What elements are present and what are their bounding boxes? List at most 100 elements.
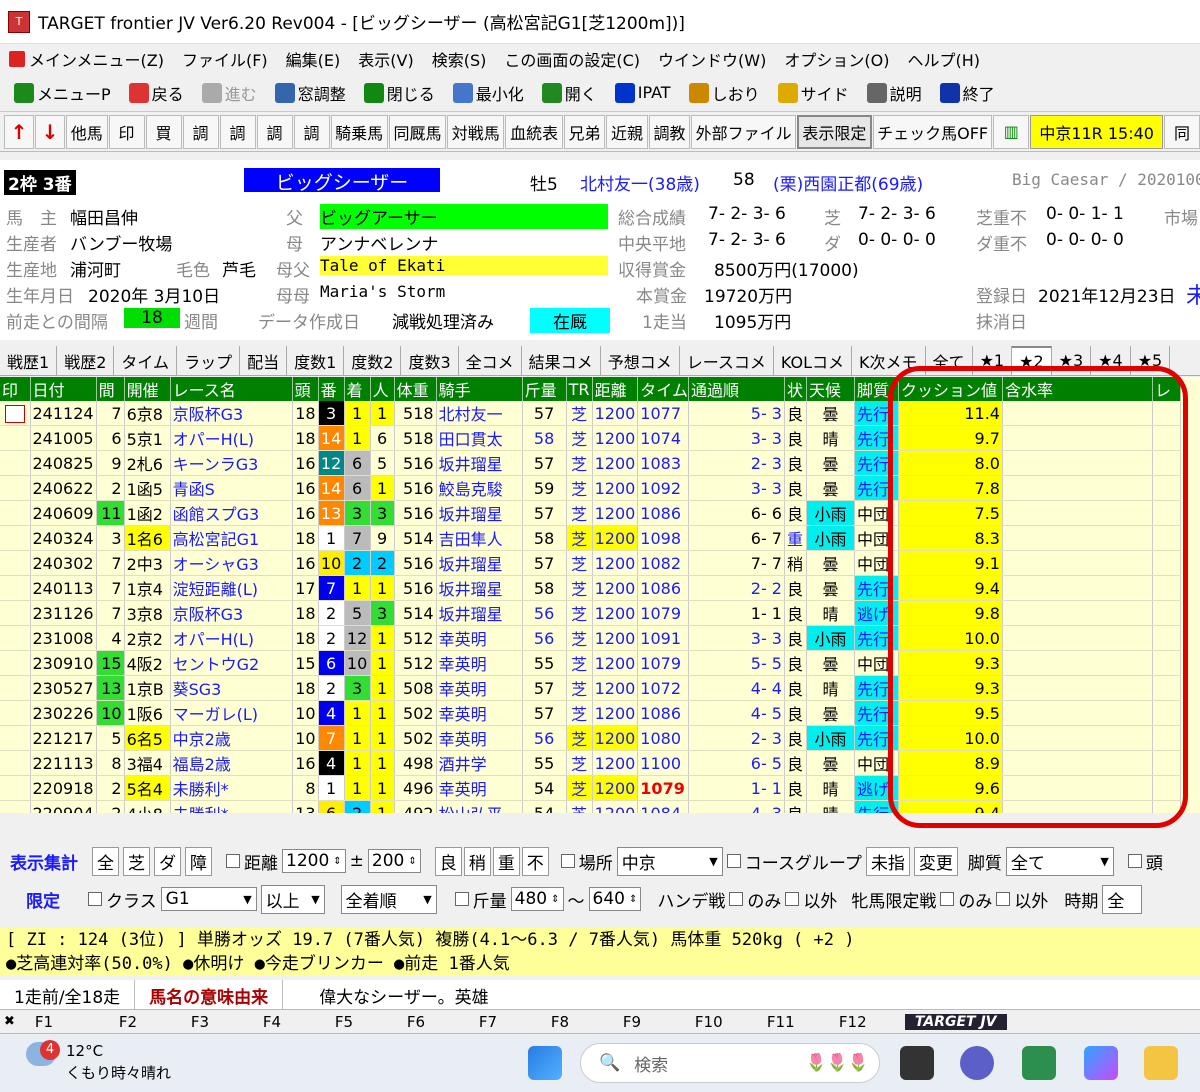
function-key[interactable]: F8 (523, 1013, 595, 1031)
table-row[interactable]: 241124 7 6京8 京阪杯G3 18 3 1 1 518 北村友一 57 芝 1200 1077 5-… (0, 401, 1181, 427)
tab-name-meaning[interactable]: 馬名の意味由来 (135, 980, 284, 1009)
menu-item[interactable]: ウインドウ(W) (649, 47, 775, 71)
handicap-only-checkbox[interactable] (729, 892, 744, 906)
column-header[interactable]: 斤量 (522, 377, 567, 401)
cell-mark[interactable] (0, 525, 31, 552)
function-key[interactable]: F7 (451, 1013, 523, 1031)
table-row[interactable]: 22090424小8未勝利*13621492松山弘平54芝120010844- … (0, 800, 1181, 813)
cell-mark[interactable] (0, 600, 31, 627)
tab-5[interactable]: 配当 (240, 346, 288, 375)
cell-mark[interactable] (0, 575, 31, 602)
table-row[interactable]: 230910 15 4阪2 セントウG2 15 6 10 1 512 幸英明 55 芝 1200 1079… (0, 650, 1181, 677)
teams-icon[interactable] (960, 1046, 994, 1080)
nav-button[interactable]: 同 (1164, 114, 1200, 149)
store-icon[interactable] (1022, 1046, 1056, 1080)
column-header[interactable]: 騎手 (436, 377, 523, 401)
cell-mark[interactable] (0, 650, 31, 677)
tab-20[interactable]: ★5 (1131, 346, 1171, 375)
race-time-badge[interactable]: 中京11R 15:40 (1030, 114, 1163, 149)
toolbar-button[interactable]: メニューP (6, 77, 119, 109)
course-group-checkbox[interactable] (726, 854, 741, 868)
toolbar-button[interactable]: しおり (681, 77, 768, 109)
menu-item[interactable]: ファイル(F) (173, 47, 277, 71)
down-arrow-button[interactable]: ↓ (35, 114, 65, 149)
weather-widget[interactable]: 4 12°C くもり時々晴れ (26, 1040, 171, 1082)
menu-item[interactable]: メインメニュー(Z) (0, 47, 173, 71)
nav-button[interactable]: 調教 (648, 114, 691, 149)
toolbar-button[interactable]: 終了 (932, 77, 1003, 109)
cell-mark[interactable] (0, 700, 31, 727)
tab-14[interactable]: K次メモ (852, 346, 926, 375)
damdam[interactable]: Maria's Storm (320, 282, 445, 301)
table-row[interactable]: 241005 6 5京1 オパーH(L) 18 14 1 6 518 田口貫太 58 芝 1200 107… (0, 425, 1181, 452)
function-key[interactable]: F2 (91, 1013, 163, 1031)
taskbar-search[interactable]: 🔍 検索 🌷🌷🌷 (580, 1043, 880, 1083)
function-key[interactable]: F9 (595, 1013, 667, 1031)
above-select[interactable]: 以上 ▼ (260, 884, 325, 914)
horse-name[interactable]: ビッグシーザー (244, 168, 440, 194)
toolbar-button[interactable]: 閉じる (356, 77, 443, 109)
menu-item[interactable]: 検索(S) (423, 47, 496, 71)
class-select[interactable]: G1 ▼ (160, 887, 257, 911)
column-header[interactable]: 開催 (124, 377, 171, 401)
table-row[interactable]: 220918 2 5名4 未勝利* 8 1 1 1 496 幸英明 54 芝 1200 1079 1- 1良… (0, 775, 1181, 802)
tab-7[interactable]: 度数2 (344, 346, 402, 375)
going-button[interactable]: 重 (492, 846, 520, 876)
tab-15[interactable]: 全て (926, 346, 973, 375)
tab-2[interactable]: 戦歴2 (57, 346, 115, 375)
jockey[interactable]: 北村友一(38歳) (580, 170, 700, 195)
nav-button[interactable]: 調 (182, 114, 219, 149)
column-header[interactable]: 状 (784, 377, 807, 401)
column-header[interactable]: 含水率 (1002, 377, 1153, 401)
cell-mark[interactable] (0, 675, 31, 702)
table-row[interactable]: 240825 9 2札6 キーンラG3 16 12 6 5 516 坂井瑠星 57 芝 1200 1083… (0, 450, 1181, 477)
function-key[interactable]: F12 (811, 1013, 883, 1031)
function-key[interactable]: F1 (19, 1013, 91, 1031)
cell-mark[interactable] (0, 450, 31, 477)
column-header[interactable]: 番 (318, 377, 345, 401)
table-row[interactable]: 230226 10 1阪6 マーガレ(L) 10 4 1 1 502 幸英明 57 芝 1200 1086… (0, 700, 1181, 727)
toolbar-button[interactable]: サイド (770, 77, 857, 109)
close-x-icon[interactable]: ✖ (0, 1014, 19, 1029)
column-header[interactable]: タイム (637, 377, 689, 401)
distance-checkbox[interactable] (226, 854, 240, 868)
cell-mark[interactable] (0, 425, 31, 452)
nav-button[interactable]: チェック馬OFF (872, 114, 993, 149)
nav-button[interactable]: 買 (145, 114, 182, 149)
place-select[interactable]: 中京 ▼ (616, 846, 723, 876)
column-header[interactable]: 天候 (806, 377, 855, 401)
nav-button[interactable]: 兄弟 (563, 114, 606, 149)
order-select[interactable]: 全着順 ▼ (340, 884, 437, 914)
column-header[interactable]: レース名 (170, 377, 293, 401)
filter-dirt-button[interactable]: ダ (154, 846, 181, 876)
column-header[interactable]: TR (566, 377, 593, 401)
tab-13[interactable]: KOLコメ (774, 346, 853, 375)
distance-from-spinner[interactable]: 1200 ⇕ (282, 849, 346, 873)
dam[interactable]: アンナベレンナ (320, 230, 438, 255)
menu-item[interactable]: 表示(V) (349, 47, 422, 71)
copilot-icon[interactable] (1084, 1046, 1118, 1080)
nav-button[interactable]: 調 (256, 114, 293, 149)
cell-mark[interactable] (0, 625, 31, 652)
head-checkbox[interactable] (1127, 854, 1142, 868)
tab-16[interactable]: ★1 (973, 346, 1013, 375)
nav-button[interactable]: 対戦馬 (447, 114, 505, 149)
period-select[interactable]: 全 (1102, 884, 1143, 914)
cell-mark[interactable] (0, 750, 31, 777)
column-header[interactable]: 印 (0, 377, 31, 401)
broodmare-sire[interactable]: Tale of Ekati (320, 256, 608, 275)
table-row[interactable]: 230527 13 1京B 葵SG3 18 2 3 1 508 幸英明 57 芝 1200 1072 4- … (0, 675, 1181, 702)
cell-mark[interactable] (0, 475, 31, 502)
sire[interactable]: ビッグアーサー (320, 204, 608, 229)
table-row[interactable]: 221113 8 3福4 福島2歳 16 4 1 1 498 酒井学 55 芝 1200 1100 6- 5… (0, 750, 1181, 777)
going-button[interactable]: 良 (434, 846, 462, 876)
going-button[interactable]: 稍 (463, 846, 491, 876)
toolbar-button[interactable]: 窓調整 (267, 77, 354, 109)
column-header[interactable]: 間 (96, 377, 125, 401)
fillies-only-checkbox[interactable] (940, 892, 955, 906)
kg-from-spinner[interactable]: 480 ⇕ (510, 887, 564, 911)
cell-mark[interactable] (0, 725, 31, 752)
column-header[interactable]: 頭 (292, 377, 319, 401)
function-key[interactable]: F6 (379, 1013, 451, 1031)
filter-obstacle-button[interactable]: 障 (185, 846, 212, 876)
